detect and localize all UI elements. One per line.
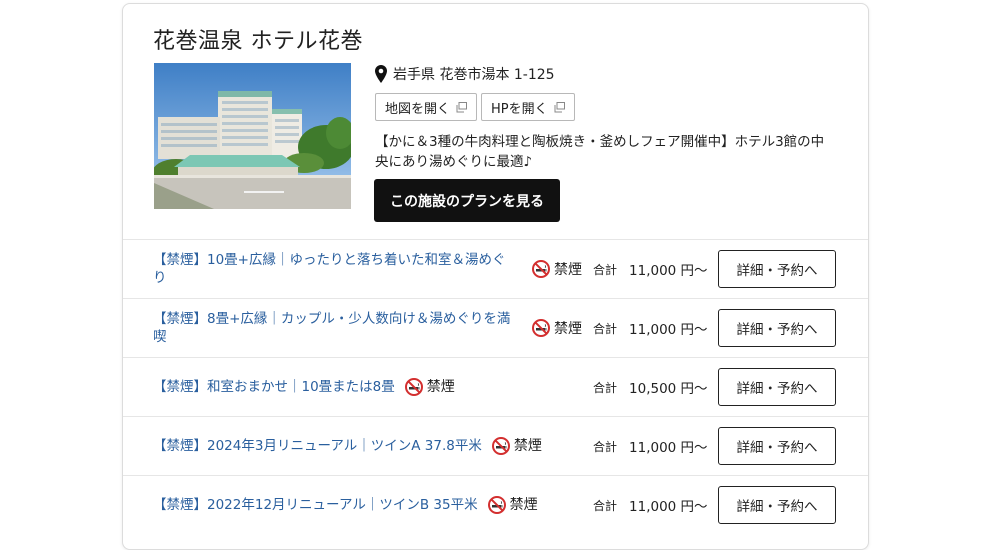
smoking-status: 禁煙 [532,299,582,357]
room-row: 【禁煙】8畳+広縁｜カップル・少人数向け＆湯めぐりを満喫 禁煙 合計 11,00… [123,298,868,357]
price-value: 11,000 円〜 [629,499,708,515]
price-value: 11,000 円〜 [629,322,708,338]
room-price: 合計 11,000 円〜 [593,240,708,298]
no-smoking-icon [404,378,423,396]
room-name[interactable]: 【禁煙】2022年12月リニューアル｜ツインB 35平米 [153,496,478,514]
open-map-label: 地図を開く [385,101,451,117]
details-reserve-button[interactable]: 詳細・予約へ [718,250,836,288]
room-name[interactable]: 【禁煙】2024年3月リニューアル｜ツインA 37.8平米 [153,437,482,455]
no-smoking-icon [532,319,550,337]
room-row: 【禁煙】和室おまかせ｜10畳または8畳 禁煙 合計 10,500 円〜 詳細・予… [123,357,868,416]
smoking-label: 禁煙 [509,497,538,513]
map-pin-icon [375,65,387,83]
no-smoking-icon [491,437,510,455]
total-label: 合計 [593,321,618,336]
smoking-label: 禁煙 [426,379,455,395]
room-list: 【禁煙】10畳+広縁｜ゆったりと落ち着いた和室＆湯めぐり 禁煙 合計 11,00… [123,239,868,534]
room-name[interactable]: 【禁煙】8畳+広縁｜カップル・少人数向け＆湯めぐりを満喫 [153,310,518,346]
room-row: 【禁煙】2022年12月リニューアル｜ツインB 35平米 禁煙 合計 11,00… [123,475,868,534]
total-label: 合計 [593,262,618,277]
total-label: 合計 [593,380,618,395]
room-name-link[interactable]: 【禁煙】8畳+広縁｜カップル・少人数向け＆湯めぐりを満喫 [153,299,518,357]
hotel-card: 花巻温泉 ホテル花巻 岩手県 花巻市湯本 1-125 地図を開く HPを開く 【… [122,3,869,550]
smoking-label: 禁煙 [513,438,542,454]
no-smoking-icon [532,260,550,278]
room-price: 合計 10,500 円〜 [593,358,708,416]
hotel-description: 【かに＆3種の牛肉料理と陶板焼き・釜めしフェア開催中】ホテル3館の中央にあり湯め… [375,134,825,170]
open-hp-label: HPを開く [491,101,548,117]
room-name-link[interactable]: 【禁煙】和室おまかせ｜10畳または8畳 禁煙 [153,358,455,416]
details-reserve-button[interactable]: 詳細・予約へ [718,427,836,465]
room-name[interactable]: 【禁煙】10畳+広縁｜ゆったりと落ち着いた和室＆湯めぐり [153,251,518,287]
no-smoking-icon [487,496,506,514]
hotel-address: 岩手県 花巻市湯本 1-125 [375,64,555,84]
smoking-status: 禁煙 [487,496,538,514]
hotel-photo[interactable] [154,63,351,209]
total-label: 合計 [593,498,618,513]
room-name[interactable]: 【禁煙】和室おまかせ｜10畳または8畳 [153,378,395,396]
room-price: 合計 11,000 円〜 [593,476,708,534]
hotel-name[interactable]: 花巻温泉 ホテル花巻 [153,23,363,55]
room-price: 合計 11,000 円〜 [593,417,708,475]
room-price: 合計 11,000 円〜 [593,299,708,357]
external-window-icon [554,101,565,113]
room-row: 【禁煙】10畳+広縁｜ゆったりと落ち着いた和室＆湯めぐり 禁煙 合計 11,00… [123,239,868,298]
smoking-status: 禁煙 [404,378,455,396]
details-reserve-button[interactable]: 詳細・予約へ [718,486,836,524]
price-value: 11,000 円〜 [629,440,708,456]
room-name-link[interactable]: 【禁煙】2022年12月リニューアル｜ツインB 35平米 禁煙 [153,476,538,534]
external-window-icon [456,101,468,113]
smoking-status: 禁煙 [491,437,542,455]
address-text: 岩手県 花巻市湯本 1-125 [393,67,555,83]
link-buttons: 地図を開く HPを開く [375,93,575,121]
smoking-label: 禁煙 [554,321,582,337]
view-plans-button[interactable]: この施設のプランを見る [374,179,560,222]
price-value: 11,000 円〜 [629,263,708,279]
details-reserve-button[interactable]: 詳細・予約へ [718,309,836,347]
smoking-status: 禁煙 [532,240,582,298]
open-hp-button[interactable]: HPを開く [481,93,575,121]
smoking-label: 禁煙 [554,262,582,278]
total-label: 合計 [593,439,618,454]
details-reserve-button[interactable]: 詳細・予約へ [718,368,836,406]
room-name-link[interactable]: 【禁煙】2024年3月リニューアル｜ツインA 37.8平米 禁煙 [153,417,542,475]
room-row: 【禁煙】2024年3月リニューアル｜ツインA 37.8平米 禁煙 合計 11,0… [123,416,868,475]
open-map-button[interactable]: 地図を開く [375,93,478,121]
room-name-link[interactable]: 【禁煙】10畳+広縁｜ゆったりと落ち着いた和室＆湯めぐり [153,240,518,298]
price-value: 10,500 円〜 [629,381,708,397]
